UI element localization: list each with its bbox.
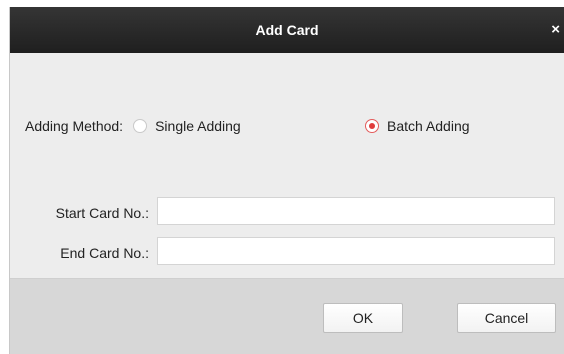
start-card-input[interactable] — [157, 197, 555, 225]
dialog-titlebar: Add Card × — [10, 7, 564, 53]
start-card-label: Start Card No.: — [55, 205, 149, 221]
single-adding-radio[interactable] — [133, 119, 148, 133]
batch-adding-radio[interactable] — [365, 119, 379, 133]
single-adding-option[interactable]: Single Adding — [133, 118, 241, 134]
adding-method-label: Adding Method: — [25, 118, 124, 134]
ok-button[interactable]: OK — [323, 303, 403, 333]
batch-adding-option[interactable]: Batch Adding — [365, 118, 470, 134]
close-icon[interactable]: × — [551, 7, 560, 53]
add-card-dialog: Add Card × Adding Method: Single Adding … — [9, 7, 564, 354]
adding-method-row: Adding Method: Single Adding — [25, 118, 241, 134]
batch-adding-label: Batch Adding — [387, 118, 470, 134]
end-card-input[interactable] — [157, 237, 555, 265]
single-adding-label: Single Adding — [155, 118, 241, 134]
dialog-title: Add Card — [255, 22, 319, 38]
end-card-label: End Card No.: — [60, 245, 149, 261]
cancel-button[interactable]: Cancel — [457, 303, 556, 333]
